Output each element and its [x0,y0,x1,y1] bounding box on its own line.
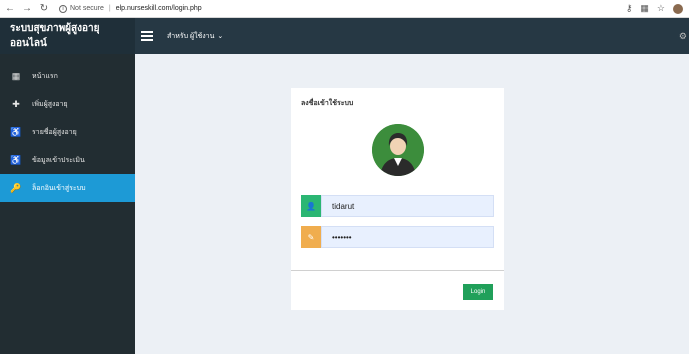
info-icon[interactable]: i [59,4,67,13]
wheelchair-icon: ♿ [10,126,22,137]
sidebar-item-assessment-data[interactable]: ♿ ข้อมูลเข้าประเมิน [0,146,135,174]
user-avatar-icon [372,124,424,176]
not-secure-label: Not secure [70,5,104,12]
url-text[interactable]: elp.nurseskill.com/login.php [116,5,202,12]
username-input[interactable]: tidarut [321,195,494,217]
password-input[interactable]: ••••••• [321,226,494,248]
sidebar-item-label: เพิ่มผู้สูงอายุ [32,100,68,108]
pencil-icon: ✎ [301,226,321,248]
wheelchair-icon: ♿ [10,154,22,165]
translate-icon[interactable]: ▦ [640,3,649,14]
sidebar-item-label: หน้าแรก [32,72,58,80]
back-arrow-icon[interactable]: ← [3,2,17,16]
brand-logo[interactable]: ระบบสุขภาพผู้สูงอายุออนไลน์ [0,18,135,54]
hamburger-menu-icon[interactable] [141,31,153,41]
sidebar-item-label: ข้อมูลเข้าประเมิน [32,156,85,164]
sidebar-item-label: ล็อกอินเข้าสู่ระบบ [32,184,86,192]
key-icon[interactable]: ⚷ [626,3,633,14]
profile-avatar-icon[interactable] [673,3,683,14]
url-separator: | [108,5,111,12]
username-field: 👤 tidarut [301,195,494,217]
sidebar-item-elderly-list[interactable]: ♿ รายชื่อผู้สูงอายุ [0,118,135,146]
login-panel: ลงชื่อเข้าใช้ระบบ 👤 tidarut ✎ ••••••• Lo… [291,88,504,310]
address-bar[interactable]: i Not secure | elp.nurseskill.com/login.… [59,4,202,13]
star-icon[interactable]: ☆ [657,3,665,14]
user-icon: 👤 [301,195,321,217]
gear-icon[interactable]: ⚙ [679,31,687,42]
login-button[interactable]: Login [463,284,493,300]
brand-title: ระบบสุขภาพผู้สูงอายุออนไลน์ [10,23,100,49]
browser-toolbar: ← → ↻ i Not secure | elp.nurseskill.com/… [0,0,689,18]
sidebar-item-login[interactable]: 🔑 ล็อกอินเข้าสู่ระบบ [0,174,135,202]
sidebar-item-home[interactable]: ▦ หน้าแรก [0,62,135,90]
sidebar: ▦ หน้าแรก ✚ เพิ่มผู้สูงอายุ ♿ รายชื่อผู้… [0,54,135,354]
login-title: ลงชื่อเข้าใช้ระบบ [301,100,354,107]
password-field: ✎ ••••••• [301,226,494,248]
top-navbar: สำหรับ ผู้ใช้งาน ⌄ ⚙ [135,18,689,54]
forward-arrow-icon[interactable]: → [20,2,34,16]
key-icon: 🔑 [10,182,22,193]
user-menu-dropdown[interactable]: สำหรับ ผู้ใช้งาน ⌄ [167,31,223,42]
chevron-down-icon: ⌄ [217,33,224,40]
divider [291,270,504,271]
dashboard-icon: ▦ [11,70,21,81]
add-user-icon: ✚ [12,98,20,109]
user-menu-label: สำหรับ ผู้ใช้งาน [167,32,215,40]
reload-icon[interactable]: ↻ [37,2,51,16]
sidebar-item-label: รายชื่อผู้สูงอายุ [32,128,77,136]
sidebar-item-add-elderly[interactable]: ✚ เพิ่มผู้สูงอายุ [0,90,135,118]
